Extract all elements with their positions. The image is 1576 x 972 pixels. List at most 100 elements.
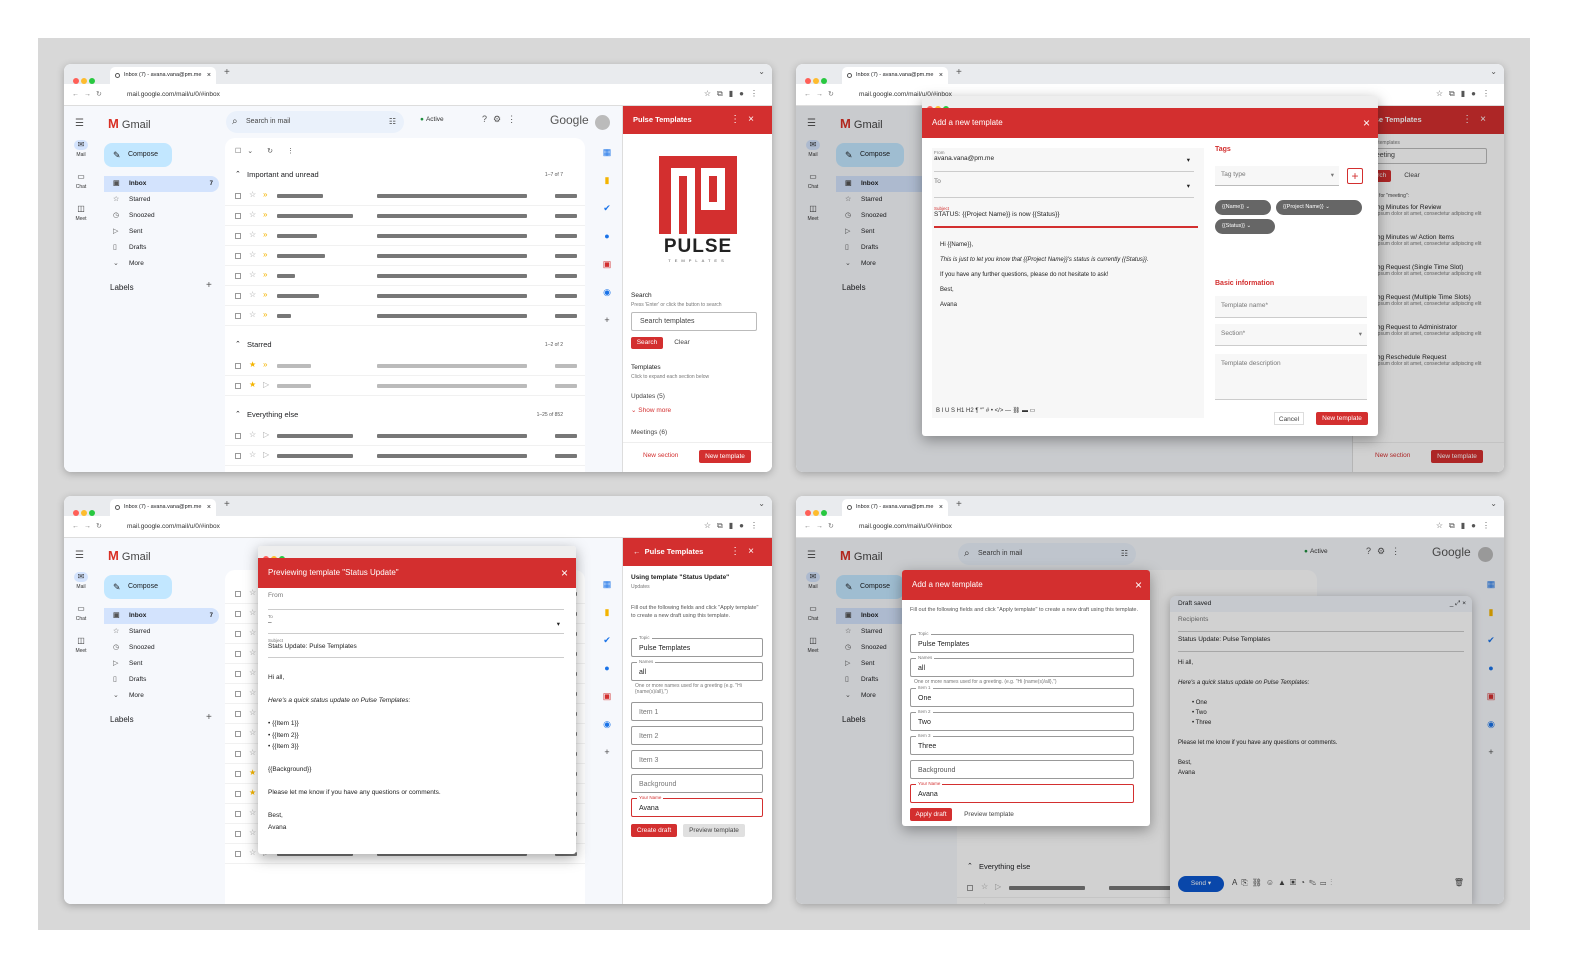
panel-actions-icon[interactable]: ⋮× [730,106,762,134]
row-checkbox[interactable] [235,851,241,857]
contacts-icon[interactable]: ● [600,654,614,682]
new-tab-icon[interactable]: + [224,499,230,510]
preview-template-button[interactable]: Preview template [958,808,1020,821]
section-everything-else[interactable]: Everything else1–25 of 852 [225,406,585,424]
calendar-icon[interactable]: ▦ [600,138,614,166]
row-checkbox[interactable] [235,651,241,657]
rail-chat[interactable]: ▭ Chat [64,172,98,190]
keep-icon[interactable]: ▮ [600,166,614,194]
rail-meet[interactable]: ◫ Meet [64,636,98,654]
star-icon[interactable]: ☆ [249,708,256,717]
new-tab-icon[interactable]: + [956,67,962,78]
star-icon[interactable]: ☆ [249,588,256,597]
mail-row[interactable]: ☆▷ [225,426,585,446]
star-icon[interactable]: ☆ [249,210,256,219]
row-checkbox[interactable] [235,433,241,439]
row-checkbox[interactable] [235,453,241,459]
star-icon[interactable]: ★ [249,380,256,389]
section-meetings[interactable]: Meetings (6) [631,429,667,436]
rail-mail[interactable]: ✉ Mail [64,140,98,158]
row-checkbox[interactable] [235,213,241,219]
format-toolbar[interactable]: B I U S H1 H2 ¶ “” # • </> — ⛓ ▬ ▭ [936,407,1035,414]
row-checkbox[interactable] [235,293,241,299]
close-icon[interactable]: × [561,558,568,588]
nav-buttons-icon[interactable]: ←→↻ [804,90,839,98]
sidebar-item-drafts[interactable]: ▯ Drafts [104,672,219,688]
close-icon[interactable]: × [1135,570,1142,600]
row-checkbox[interactable] [235,751,241,757]
row-checkbox[interactable] [235,611,241,617]
star-icon[interactable]: ☆ [249,848,256,857]
importance-icon[interactable]: » [263,290,267,299]
sidebar-item-starred[interactable]: ☆ Starred [104,192,219,208]
close-tab-icon[interactable]: × [939,499,943,516]
browser-toolbar-icons[interactable]: ☆⧉▮●⋮ [704,521,764,531]
pulse-addon-icon[interactable]: ▣ [600,682,614,710]
star-icon[interactable]: ☆ [249,250,256,259]
to-field[interactable]: To – ▾ [268,614,564,634]
sidebar-item-drafts[interactable]: ▯ Drafts [104,240,219,256]
row-checkbox[interactable] [235,591,241,597]
apply-field-6[interactable]: Background [910,760,1134,779]
star-icon[interactable]: ☆ [249,230,256,239]
sidebar-item-snoozed[interactable]: ◷ Snoozed [104,640,219,656]
mail-row[interactable]: ☆» [225,246,585,266]
importance-icon[interactable]: » [263,190,267,199]
star-icon[interactable]: ☆ [249,648,256,657]
using-field-2[interactable]: Names all [631,659,763,681]
row-checkbox[interactable] [235,631,241,637]
nav-buttons-icon[interactable]: ←→↻ [804,522,839,530]
browser-toolbar-icons[interactable]: ☆⧉▮●⋮ [704,89,764,99]
apply-field-3[interactable]: Item 1 One [910,685,1134,707]
row-checkbox[interactable] [235,831,241,837]
gmail-logo[interactable]: M Gmail [108,116,151,131]
importance-icon[interactable]: » [263,250,267,259]
gmail-logo[interactable]: M Gmail [108,548,151,563]
star-icon[interactable]: ★ [249,768,256,777]
close-icon[interactable]: × [1363,108,1370,138]
to-field[interactable]: To ▾ [934,178,1194,198]
meet-addon-icon[interactable]: ◉ [600,278,614,306]
using-field-7[interactable]: Your Name Avana [631,795,763,817]
sidebar-item-starred[interactable]: ☆ Starred [104,624,219,640]
rail-chat[interactable]: ▭ Chat [64,604,98,622]
rail-meet[interactable]: ◫ Meet [64,204,98,222]
using-field-6[interactable]: Background [631,774,763,793]
nav-buttons-icon[interactable]: ←→↻ [72,90,107,98]
star-icon[interactable]: ☆ [249,450,256,459]
rail-mail[interactable]: ✉ Mail [64,572,98,590]
importance-icon[interactable]: » [263,230,267,239]
tab-list-icon[interactable]: ⌄ [758,67,765,76]
sidebar-item-inbox[interactable]: ▣ Inbox 7 [104,176,219,192]
mail-row[interactable]: ★▷ [225,376,585,396]
sidebar-item-sent[interactable]: ▷ Sent [104,656,219,672]
importance-icon[interactable]: » [263,270,267,279]
section-select[interactable]: Section* ▾ [1215,324,1367,346]
star-icon[interactable]: ☆ [249,430,256,439]
create-draft-button[interactable]: Create draft [631,824,677,837]
star-icon[interactable]: ☆ [249,270,256,279]
close-tab-icon[interactable]: × [207,499,211,516]
tab-list-icon[interactable]: ⌄ [1490,499,1497,508]
browser-tab[interactable]: Inbox (7) - avana.vana@pm.me × [110,499,216,516]
tag-chip-project-name[interactable]: {{Project Name}} ⌄ [1276,200,1362,215]
sidebar-item-snoozed[interactable]: ◷ Snoozed [104,208,219,224]
row-checkbox[interactable] [235,731,241,737]
using-field-5[interactable]: Item 3 [631,750,763,769]
row-checkbox[interactable] [235,791,241,797]
panel-actions-icon[interactable]: ⋮× [730,538,762,566]
row-checkbox[interactable] [235,691,241,697]
section-important[interactable]: Important and unread1–7 of 7 [225,166,585,184]
new-template-button[interactable]: New template [699,450,751,463]
section-updates[interactable]: Updates (5) [631,393,665,400]
subject-field[interactable]: Subject STATUS: {{Project Name}} is now {… [934,206,1198,228]
mail-row[interactable]: ☆» [225,286,585,306]
star-icon[interactable]: ☆ [249,748,256,757]
star-icon[interactable]: ☆ [249,290,256,299]
mail-row[interactable]: ☆▷ [225,446,585,466]
browser-tab[interactable]: Inbox (7) - avana.vana@pm.me × [110,67,216,84]
calendar-icon[interactable]: ▦ [600,570,614,598]
close-tab-icon[interactable]: × [939,67,943,84]
status-dropdown[interactable]: Active [420,116,444,123]
sidebar-item-sent[interactable]: ▷ Sent [104,224,219,240]
